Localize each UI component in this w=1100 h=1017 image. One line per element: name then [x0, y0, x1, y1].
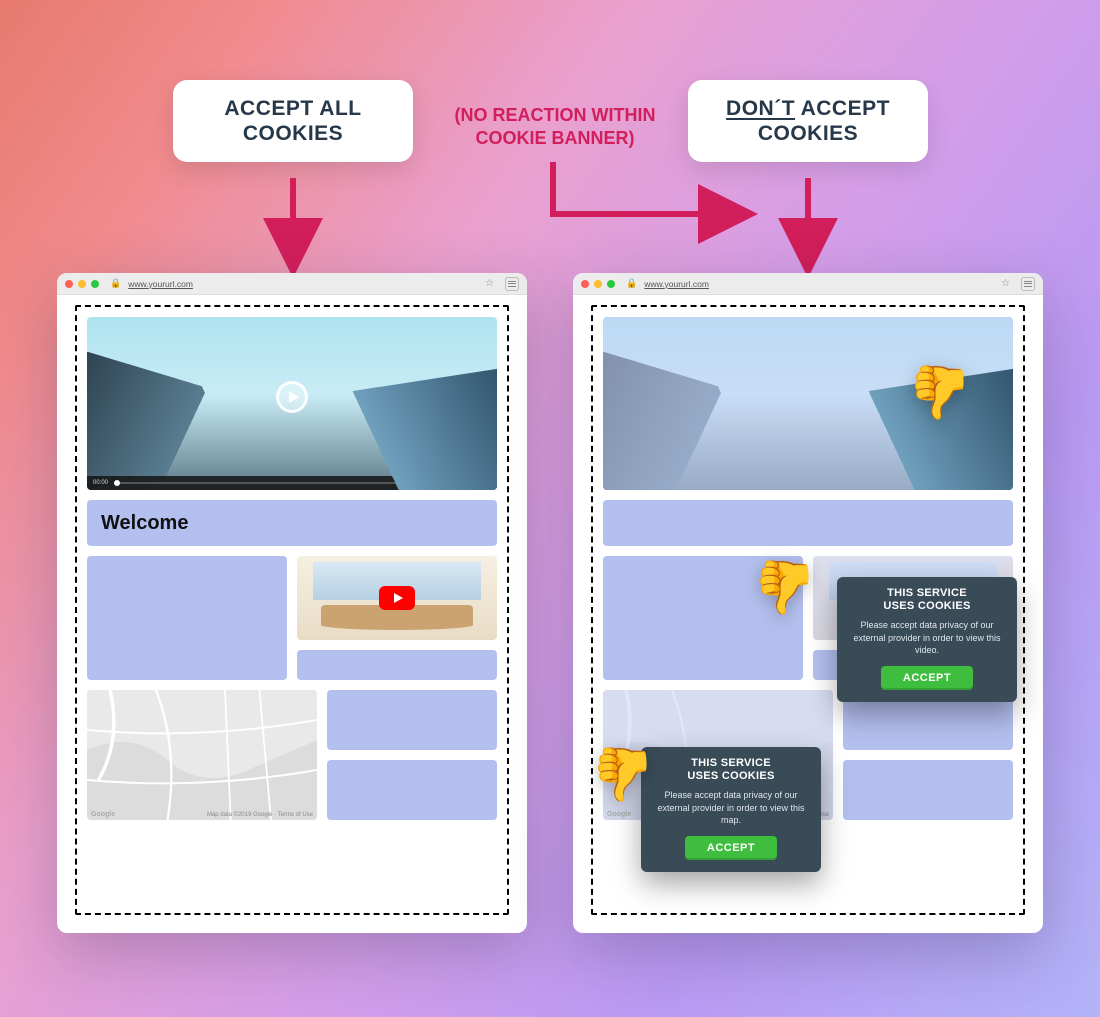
label-dont-accept: DON´T ACCEPT COOKIES: [688, 80, 928, 162]
video-seek-track[interactable]: [114, 482, 470, 484]
label-text: COOKIE BANNER): [475, 128, 634, 148]
bookmark-star-icon[interactable]: ☆: [485, 278, 494, 289]
video-time-total: 02:00: [476, 480, 491, 486]
label-text: (NO REACTION WITHIN: [455, 105, 656, 125]
map-brand: Google: [607, 811, 631, 818]
traffic-light-close-icon[interactable]: [65, 280, 73, 288]
address-bar-text[interactable]: www.yoururl.com: [128, 279, 193, 289]
label-text-underlined: DON´T: [726, 97, 795, 120]
embedded-youtube-video[interactable]: [297, 556, 497, 640]
browser-accepted: 🔒 www.yoururl.com ☆ 00:00 02:00 Welcome: [57, 273, 527, 933]
thumbs-down-icon: 👎: [753, 562, 818, 614]
placeholder-block: [843, 760, 1013, 820]
traffic-light-close-icon[interactable]: [581, 280, 589, 288]
accept-button[interactable]: ACCEPT: [685, 836, 777, 860]
video-time-current: 00:00: [93, 480, 108, 486]
label-accept-all: ACCEPT ALL COOKIES: [173, 80, 413, 162]
consent-body: Please accept data privacy of our extern…: [655, 789, 807, 825]
content-row-3: Google Map data ©2019 Google · Terms of …: [87, 690, 497, 820]
browser-rejected: 🔒 www.yoururl.com ☆ 👎 Welcome: [573, 273, 1043, 933]
lock-icon: 🔒: [110, 278, 121, 289]
placeholder-block: [327, 760, 497, 820]
hero-video[interactable]: 00:00 02:00: [87, 317, 497, 490]
consent-title: THIS SERVICEUSES COOKIES: [655, 757, 807, 783]
accept-button[interactable]: ACCEPT: [881, 666, 973, 690]
hamburger-menu-icon[interactable]: [1021, 277, 1035, 291]
flow-arrows: [0, 0, 1100, 300]
placeholder-block: [327, 690, 497, 750]
welcome-heading: Welcome: [87, 500, 497, 546]
placeholder-block: [87, 556, 287, 680]
embedded-map[interactable]: Google Map data ©2019 Google · Terms of …: [87, 690, 317, 820]
thumbs-down-icon: 👎: [591, 749, 656, 801]
thumbs-down-icon: 👎: [908, 367, 973, 419]
label-text: ACCEPT ALL: [224, 97, 361, 120]
label-no-reaction: (NO REACTION WITHIN COOKIE BANNER): [430, 104, 680, 149]
consent-card-video: THIS SERVICEUSES COOKIES Please accept d…: [837, 577, 1017, 702]
side-column: [327, 690, 497, 820]
play-icon[interactable]: [276, 381, 308, 413]
label-text: COOKIES: [758, 122, 858, 145]
page-viewport: 00:00 02:00 Welcome: [75, 305, 509, 915]
youtube-play-icon[interactable]: [379, 586, 415, 610]
address-bar-text[interactable]: www.yoururl.com: [644, 279, 709, 289]
label-text: COOKIES: [243, 122, 343, 145]
traffic-light-max-icon[interactable]: [91, 280, 99, 288]
placeholder-block: [297, 650, 497, 680]
traffic-light-min-icon[interactable]: [78, 280, 86, 288]
consent-body: Please accept data privacy of our extern…: [851, 619, 1003, 655]
traffic-light-min-icon[interactable]: [594, 280, 602, 288]
browser-titlebar: 🔒 www.yoururl.com ☆: [57, 273, 527, 295]
consent-title: THIS SERVICEUSES COOKIES: [851, 587, 1003, 613]
welcome-heading-placeholder: Welcome: [603, 500, 1013, 546]
consent-card-map: THIS SERVICEUSES COOKIES Please accept d…: [641, 747, 821, 872]
side-column: [843, 690, 1013, 820]
map-brand: Google: [91, 811, 115, 818]
video-controls[interactable]: 00:00 02:00: [87, 476, 497, 490]
label-text: ACCEPT: [795, 97, 890, 120]
map-attribution: Map data ©2019 Google · Terms of Use: [207, 812, 313, 818]
lock-icon: 🔒: [626, 278, 637, 289]
page-viewport: 👎 Welcome Google: [591, 305, 1025, 915]
traffic-light-max-icon[interactable]: [607, 280, 615, 288]
hamburger-menu-icon[interactable]: [505, 277, 519, 291]
browser-titlebar: 🔒 www.yoururl.com ☆: [573, 273, 1043, 295]
content-row-2: [87, 556, 497, 680]
bookmark-star-icon[interactable]: ☆: [1001, 278, 1010, 289]
